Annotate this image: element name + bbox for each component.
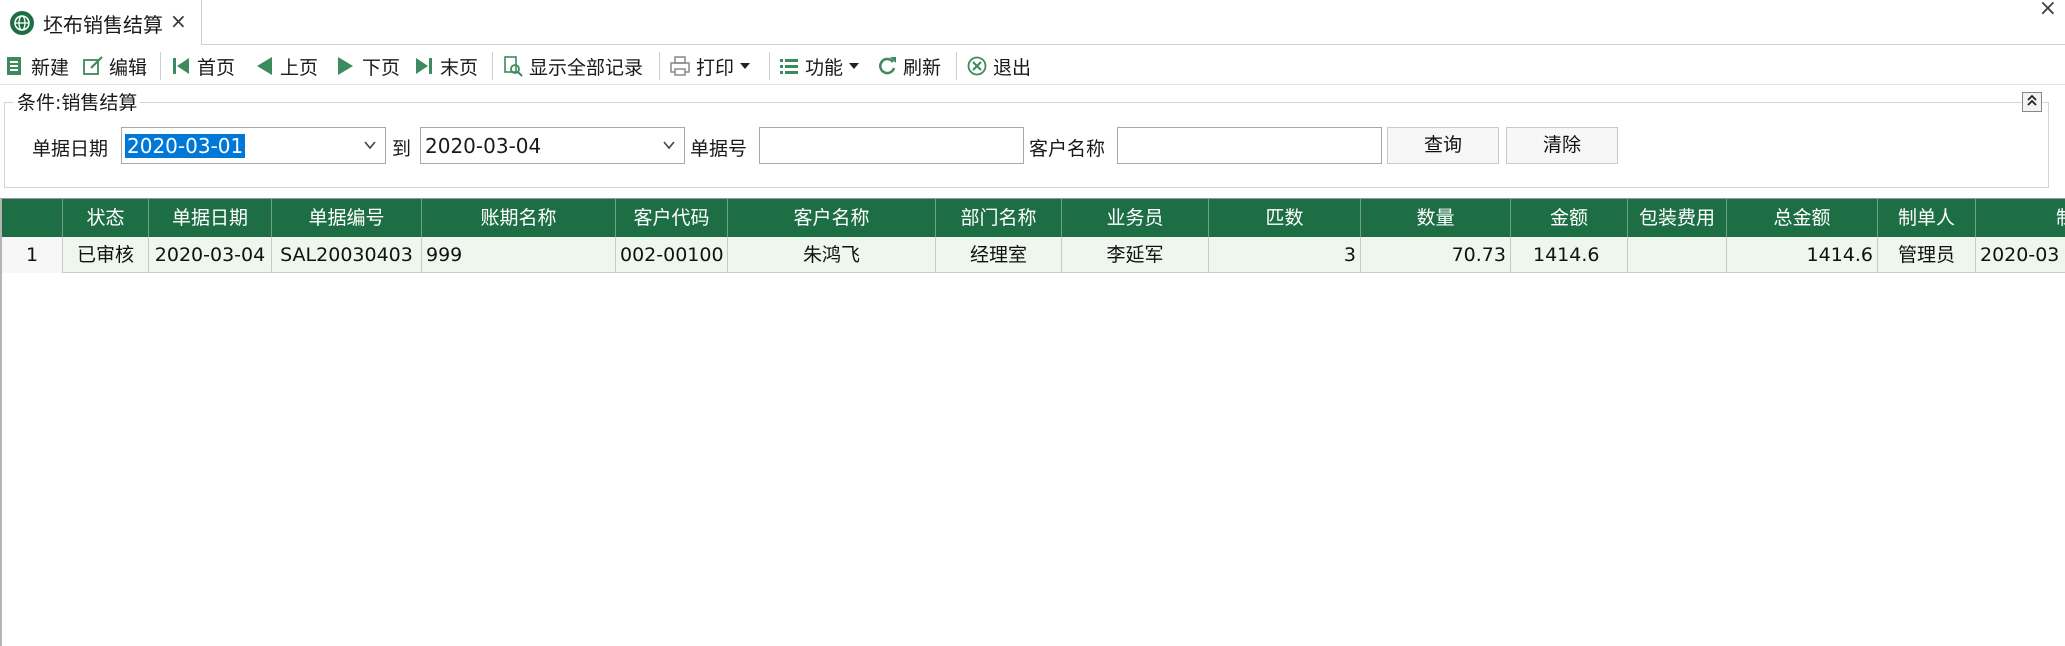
next-icon: [338, 57, 353, 75]
print-button[interactable]: 打印: [669, 52, 751, 80]
col-header-amount[interactable]: 金额: [1511, 199, 1628, 237]
cell-doc-no: SAL20030403: [272, 237, 422, 273]
tab-close-button[interactable]: ×: [170, 9, 187, 33]
toolbar-separator: [769, 52, 770, 80]
row-number: 1: [2, 237, 63, 273]
col-header-total-amount[interactable]: 总金额: [1727, 199, 1878, 237]
prev-page-button[interactable]: 上页: [253, 52, 318, 80]
query-button[interactable]: 查询: [1387, 127, 1499, 164]
cell-packing-fee: [1628, 237, 1727, 273]
first-page-button[interactable]: 首页: [170, 52, 235, 80]
chevron-down-icon: [740, 63, 751, 69]
cell-period: 999: [422, 237, 616, 273]
cell-total-amount: 1414.6: [1727, 237, 1878, 273]
col-header-customer-name[interactable]: 客户名称: [728, 199, 936, 237]
to-label: 到: [392, 138, 412, 160]
col-header-department[interactable]: 部门名称: [936, 199, 1062, 237]
last-page-icon: [416, 58, 432, 74]
cell-doc-date: 2020-03-04: [149, 237, 272, 273]
show-all-label: 显示全部记录: [529, 56, 644, 79]
data-grid: 状态 单据日期 单据编号 账期名称 客户代码 客户名称 部门名称 业务员 匹数 …: [0, 198, 2065, 646]
col-header-customer-code[interactable]: 客户代码: [616, 199, 728, 237]
new-label: 新建: [31, 56, 70, 79]
customer-label: 客户名称: [1029, 138, 1106, 160]
col-header-salesperson[interactable]: 业务员: [1062, 199, 1209, 237]
col-header-packing-fee[interactable]: 包装费用: [1628, 199, 1727, 237]
edit-icon: [83, 56, 103, 75]
refresh-icon: [879, 57, 896, 75]
close-circle-icon: [967, 56, 987, 76]
col-header-pieces[interactable]: 匹数: [1209, 199, 1361, 237]
collapse-button[interactable]: [2022, 92, 2042, 112]
cell-customer-code: 002-00100: [616, 237, 728, 273]
tab-fabric-sales-settlement[interactable]: 坯布销售结算 ×: [0, 0, 202, 45]
tab-bar: 坯布销售结算 × ×: [0, 0, 2065, 45]
cell-customer-name: 朱鸿飞: [728, 237, 936, 273]
functions-button[interactable]: 功能: [778, 52, 860, 80]
edit-button[interactable]: 编辑: [82, 52, 147, 80]
cell-amount: 1414.6: [1511, 237, 1628, 273]
col-header-period[interactable]: 账期名称: [422, 199, 616, 237]
clear-button[interactable]: 清除: [1506, 127, 1618, 164]
exit-label: 退出: [993, 56, 1032, 79]
toolbar: 新建 编辑 首页 上页 下页 末页 显示全部记录 打印 功能 刷新 退出: [0, 46, 2065, 85]
last-page-label: 末页: [440, 56, 479, 79]
tab-title: 坯布销售结算: [43, 13, 163, 37]
refresh-button[interactable]: 刷新: [876, 52, 941, 80]
toolbar-separator: [956, 52, 957, 80]
window-close-button[interactable]: ×: [2039, 0, 2057, 21]
first-page-label: 首页: [197, 56, 236, 79]
cell-creator: 管理员: [1878, 237, 1976, 273]
chevron-down-icon: [364, 141, 376, 150]
functions-label: 功能: [805, 56, 844, 79]
col-header-status[interactable]: 状态: [63, 199, 149, 237]
conditions-title: 条件:销售结算: [14, 88, 141, 115]
table-row[interactable]: 1 已审核 2020-03-04 SAL20030403 999 002-001…: [2, 237, 2065, 273]
cell-department: 经理室: [936, 237, 1062, 273]
date-from-value: 2020-03-01: [125, 134, 246, 158]
first-page-icon: [173, 58, 189, 74]
doc-no-input[interactable]: [759, 127, 1024, 164]
cell-create-date: 2020-03: [1976, 237, 2065, 273]
date-to-picker[interactable]: 2020-03-04: [420, 127, 685, 164]
chevron-down-icon: [663, 141, 675, 150]
toolbar-separator: [160, 52, 161, 80]
next-page-button[interactable]: 下页: [335, 52, 400, 80]
double-chevron-up-icon: [2027, 94, 2037, 106]
new-button[interactable]: 新建: [4, 52, 69, 80]
date-label: 单据日期: [32, 138, 109, 160]
printer-icon: [670, 56, 690, 76]
col-header-creator[interactable]: 制单人: [1878, 199, 1976, 237]
grid-header: 状态 单据日期 单据编号 账期名称 客户代码 客户名称 部门名称 业务员 匹数 …: [2, 199, 2065, 237]
show-all-records-button[interactable]: 显示全部记录: [502, 52, 643, 80]
date-from-picker[interactable]: 2020-03-01: [121, 127, 386, 164]
list-icon: [780, 59, 798, 74]
cell-quantity: 70.73: [1361, 237, 1511, 273]
last-page-button[interactable]: 末页: [413, 52, 478, 80]
col-header-create-date[interactable]: 制: [1976, 199, 2065, 237]
toolbar-separator: [492, 52, 493, 80]
date-to-value: 2020-03-04: [425, 134, 542, 158]
col-header-doc-date[interactable]: 单据日期: [149, 199, 272, 237]
edit-label: 编辑: [109, 56, 148, 79]
print-label: 打印: [696, 56, 735, 79]
customer-input[interactable]: [1117, 127, 1382, 164]
prev-icon: [257, 57, 272, 75]
col-header-quantity[interactable]: 数量: [1361, 199, 1511, 237]
cell-status: 已审核: [63, 237, 149, 273]
refresh-label: 刷新: [903, 56, 942, 79]
exit-button[interactable]: 退出: [966, 52, 1031, 80]
prev-page-label: 上页: [280, 56, 319, 79]
globe-icon: [10, 11, 34, 35]
document-icon: [7, 57, 21, 75]
next-page-label: 下页: [362, 56, 401, 79]
doc-no-label: 单据号: [690, 138, 748, 160]
chevron-down-icon: [849, 63, 860, 69]
col-header-doc-no[interactable]: 单据编号: [272, 199, 422, 237]
cell-pieces: 3: [1209, 237, 1361, 273]
toolbar-separator: [659, 52, 660, 80]
search-document-icon: [504, 56, 523, 77]
cell-salesperson: 李延军: [1062, 237, 1209, 273]
col-header-rownum: [2, 199, 63, 237]
